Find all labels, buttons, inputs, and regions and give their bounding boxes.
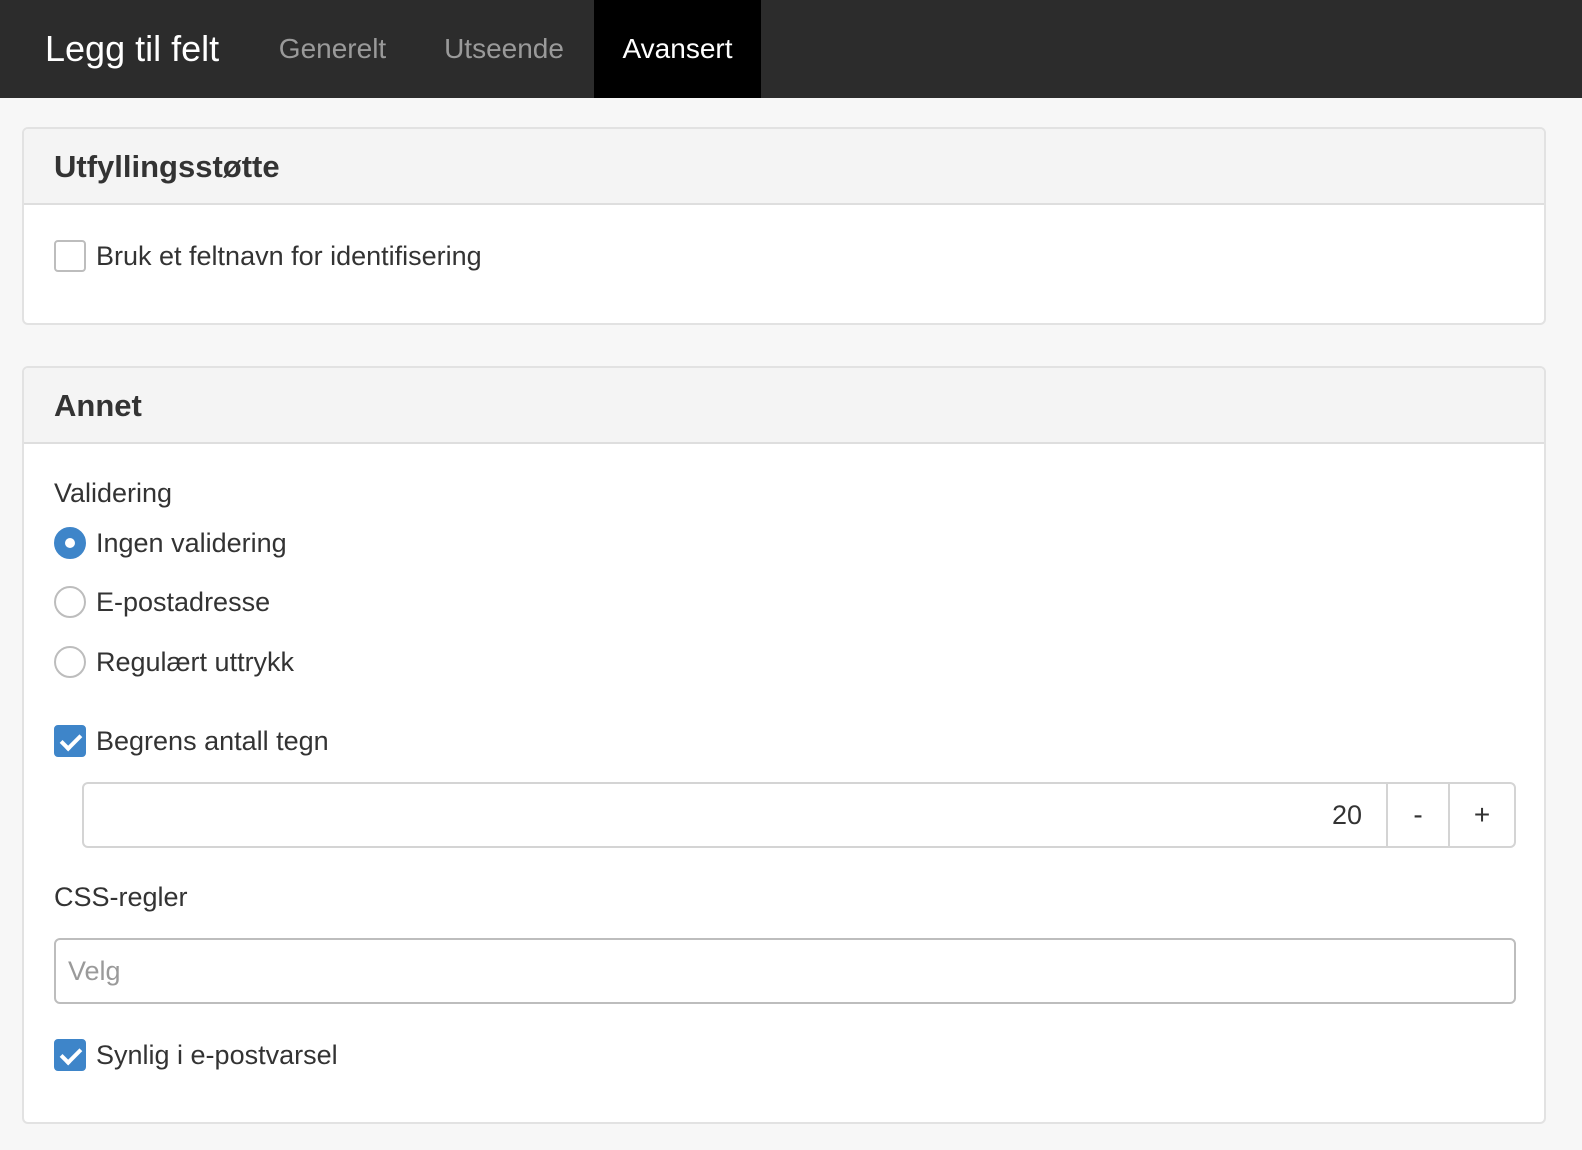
top-bar: Legg til felt Generelt Utseende Avansert	[0, 0, 1582, 98]
limit-chars-checkbox[interactable]	[54, 725, 86, 757]
limit-chars-option[interactable]: Begrens antall tegn	[54, 724, 329, 758]
autofill-panel-title: Utfyllingsstøtte	[24, 129, 1544, 205]
increment-button[interactable]: +	[1448, 784, 1514, 846]
css-rules-label: CSS-regler	[54, 882, 188, 912]
validation-option-label: E-postadresse	[96, 586, 271, 617]
limit-chars-label: Begrens antall tegn	[96, 725, 329, 756]
validation-option-label: Ingen validering	[96, 527, 287, 558]
validation-option-regex[interactable]: Regulært uttrykk	[54, 645, 294, 679]
validation-radio-none[interactable]	[54, 527, 86, 559]
char-limit-value[interactable]: 20	[84, 784, 1386, 846]
other-panel-title: Annet	[24, 368, 1544, 444]
validation-label: Validering	[54, 478, 173, 508]
tab-generelt[interactable]: Generelt	[250, 0, 415, 98]
validation-option-none[interactable]: Ingen validering	[54, 526, 287, 560]
visible-in-email-checkbox[interactable]	[54, 1039, 86, 1071]
visible-in-email-label: Synlig i e-postvarsel	[96, 1039, 338, 1070]
use-fieldname-label: Bruk et feltnavn for identifisering	[96, 240, 482, 271]
other-panel: Annet Validering Ingen validering E-post…	[22, 366, 1546, 1124]
validation-option-label: Regulært uttrykk	[96, 646, 295, 677]
validation-radio-email[interactable]	[54, 586, 86, 618]
decrement-button[interactable]: -	[1386, 784, 1448, 846]
css-rules-select[interactable]: Velg	[54, 938, 1516, 1004]
char-limit-stepper: 20 - +	[82, 782, 1516, 848]
dialog-title: Legg til felt	[45, 28, 220, 69]
autofill-panel: Utfyllingsstøtte Bruk et feltnavn for id…	[22, 127, 1546, 325]
use-fieldname-checkbox[interactable]	[54, 240, 86, 272]
validation-radio-regex[interactable]	[54, 646, 86, 678]
validation-option-email[interactable]: E-postadresse	[54, 585, 270, 619]
use-fieldname-option[interactable]: Bruk et feltnavn for identifisering	[54, 239, 482, 273]
tab-avansert[interactable]: Avansert	[594, 0, 761, 98]
visible-in-email-option[interactable]: Synlig i e-postvarsel	[54, 1038, 338, 1072]
tab-utseende[interactable]: Utseende	[415, 0, 593, 98]
